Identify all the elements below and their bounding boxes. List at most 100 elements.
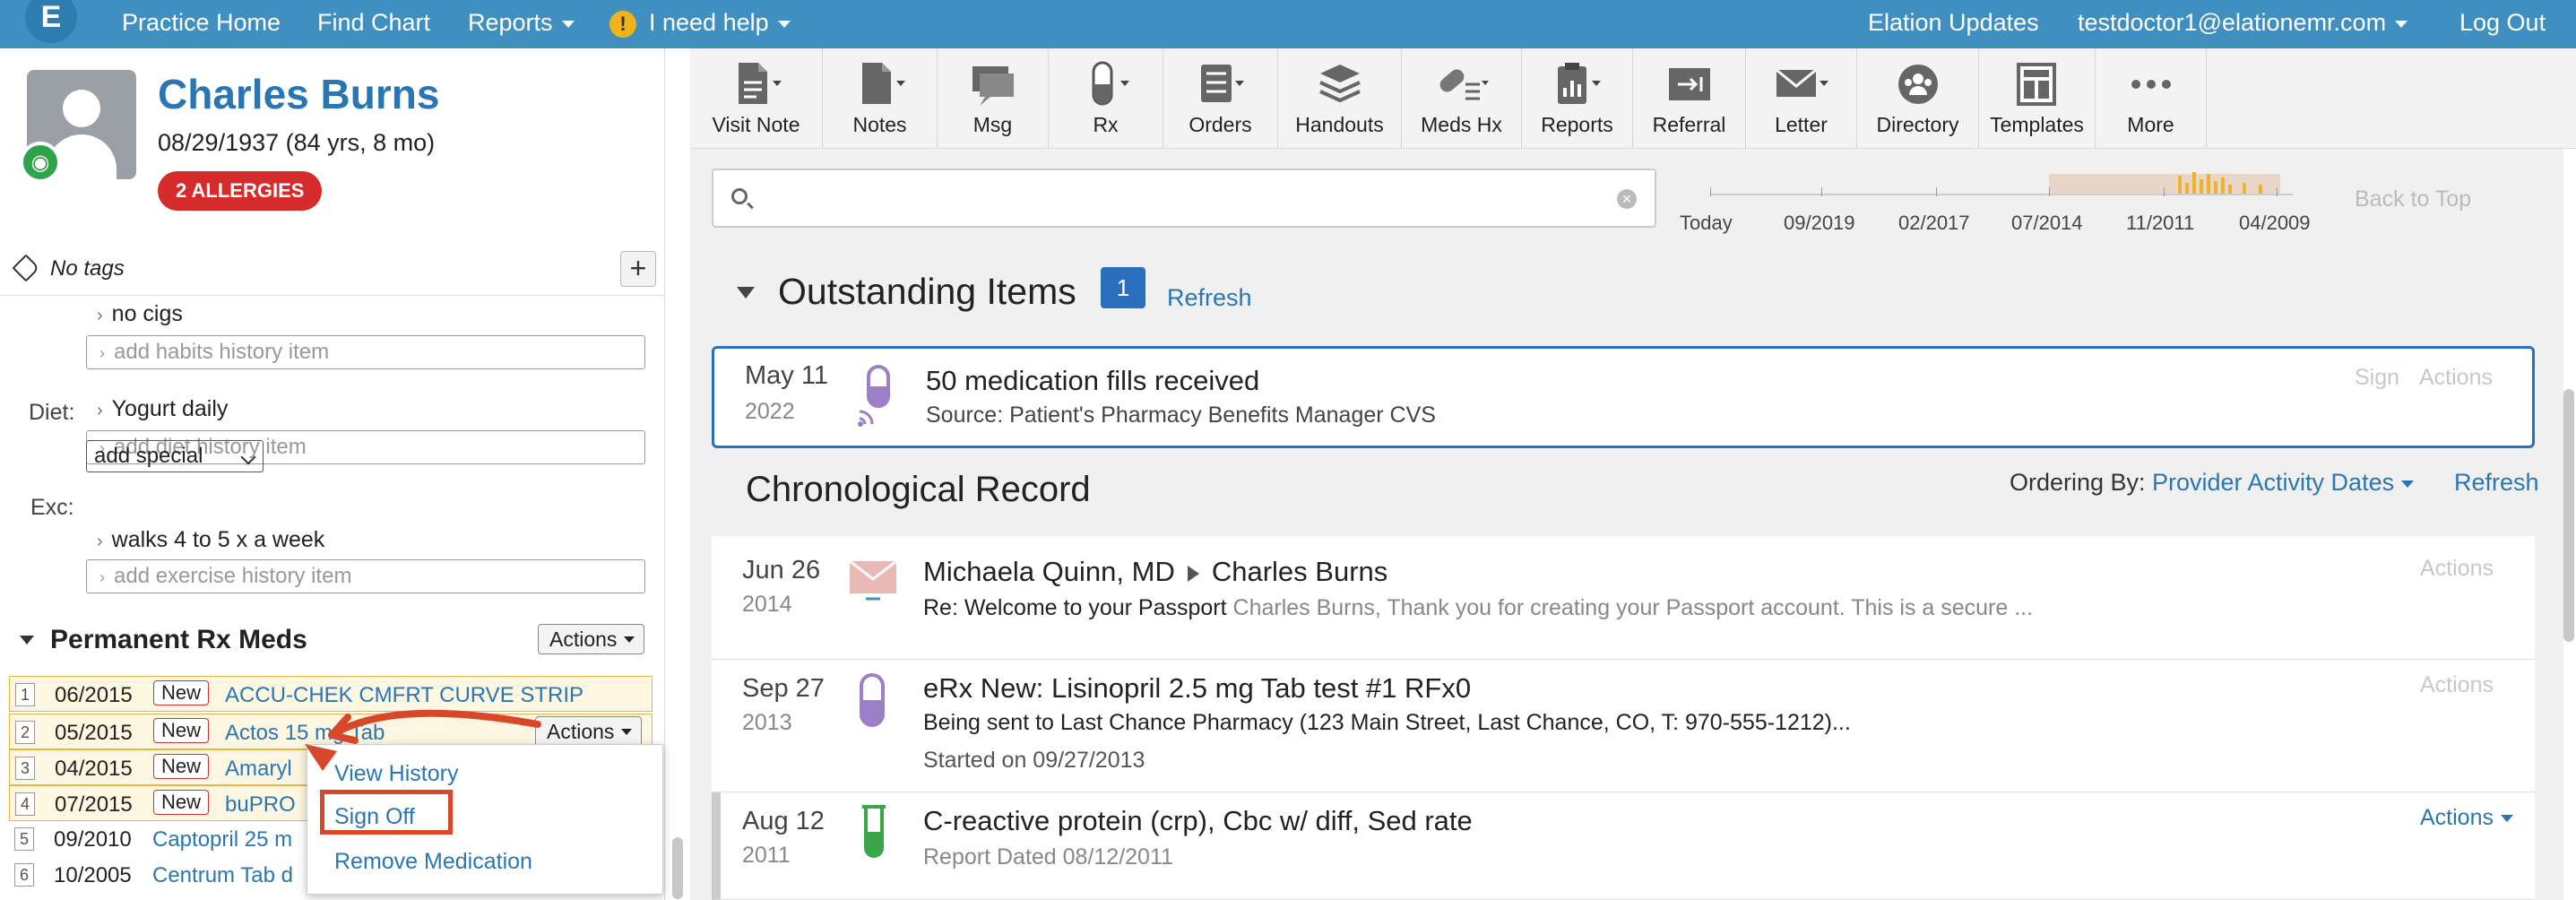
exc-input[interactable]: › add exercise history item (86, 559, 645, 593)
arrow-right-icon (1187, 565, 1199, 582)
sign-link[interactable]: Sign (2355, 365, 2399, 391)
nav-practice-home[interactable]: Practice Home (122, 9, 281, 37)
chrono-item-erx[interactable]: Sep 27 2013 eRx New: Lisinopril 2.5 mg T… (712, 660, 2535, 792)
content-scrollbar[interactable] (2563, 389, 2574, 642)
nav-elation-updates[interactable]: Elation Updates (1868, 9, 2039, 37)
chrono-item-message[interactable]: Jun 26 2014 Michaela Quinn, MD Charles Bu… (712, 536, 2535, 660)
chevron-right-icon: › (99, 344, 105, 362)
med-name[interactable]: Captopril 25 m (152, 827, 292, 852)
outstanding-items-title: Outstanding Items (778, 271, 1076, 312)
exc-special-select[interactable]: add special (86, 440, 264, 472)
chrono-refresh-link[interactable]: Refresh (2454, 469, 2539, 497)
rx-meds-header: Permanent Rx Meds Actions (0, 614, 665, 664)
timeline-label[interactable]: 11/2011 (2126, 212, 2194, 235)
exc-label: Exc: (30, 495, 74, 520)
outstanding-count-badge: 1 (1101, 267, 1145, 308)
med-row-actions-button[interactable]: Actions (535, 716, 643, 747)
erx-title: eRx New: Lisinopril 2.5 mg Tab test #1 R… (923, 672, 1472, 704)
outstanding-item[interactable]: May 11 2022 50 medication fills received… (712, 346, 2535, 448)
orders-button[interactable]: Orders (1163, 48, 1278, 149)
erx-actions-link[interactable]: Actions (2420, 672, 2494, 698)
erx-pharmacy: Being sent to Last Chance Pharmacy (123 … (923, 710, 1851, 735)
new-badge: New (153, 754, 210, 779)
visit-note-button[interactable]: Visit Note (690, 48, 823, 149)
timeline-label[interactable]: 09/2019 (1784, 212, 1855, 235)
collapse-icon[interactable] (20, 636, 34, 645)
timeline-label[interactable]: Today (1680, 212, 1733, 235)
chevron-down-icon (240, 449, 256, 465)
sidebar-scrollbar[interactable] (672, 837, 683, 899)
no-tags-label: No tags (50, 256, 125, 281)
add-tag-button[interactable]: + (620, 251, 656, 287)
diet-label: Diet: (29, 400, 75, 425)
med-name[interactable]: Amaryl (225, 757, 292, 782)
pill-icon (1092, 61, 1129, 106)
timeline-label[interactable]: 07/2014 (2011, 212, 2083, 235)
nav-logout[interactable]: Log Out (2459, 9, 2546, 37)
message-actions-link[interactable]: Actions (2420, 556, 2494, 582)
timeline-label[interactable]: 04/2009 (2239, 212, 2311, 235)
allergies-badge[interactable]: 2 ALLERGIES (158, 171, 323, 211)
exc-item[interactable]: › walks 4 to 5 x a week (97, 527, 324, 553)
diet-item[interactable]: › Yogurt daily (97, 396, 228, 422)
med-name[interactable]: Centrum Tab d (152, 863, 293, 888)
med-name[interactable]: Actos 15 mg Tab (225, 721, 385, 746)
med-name[interactable]: buPRO (225, 792, 296, 818)
clear-icon[interactable]: × (1617, 189, 1637, 209)
sign-off-highlight (320, 790, 453, 835)
chevron-down-icon (2500, 815, 2513, 823)
chevron-down-icon (2395, 20, 2408, 28)
menu-view-history[interactable]: View History (334, 761, 458, 787)
document-icon (738, 63, 782, 104)
rx-actions-button[interactable]: Actions (538, 624, 645, 654)
habits-input[interactable]: › add habits history item (86, 335, 645, 369)
erx-start-date: Started on 09/27/2013 (923, 748, 1145, 773)
lab-title-link[interactable]: C-reactive protein (crp), Cbc w/ diff, S… (923, 805, 1473, 837)
alert-icon: ! (609, 10, 636, 38)
ordering-dropdown[interactable]: Provider Activity Dates (2152, 469, 2415, 497)
new-badge: New (153, 718, 210, 743)
chevron-right-icon: › (97, 306, 103, 325)
msg-button[interactable]: Msg (938, 48, 1049, 149)
more-dots-icon (2131, 80, 2171, 89)
envelope-icon (849, 559, 897, 601)
letter-button[interactable]: Letter (1746, 48, 1857, 149)
note-icon (861, 63, 905, 104)
outstanding-actions-link[interactable]: Actions (2419, 365, 2493, 391)
layers-icon (1318, 65, 1361, 103)
nav-help[interactable]: ! I need help (609, 9, 791, 38)
menu-remove-medication[interactable]: Remove Medication (334, 849, 532, 875)
referral-button[interactable]: Referral (1633, 48, 1746, 149)
med-row[interactable]: 1 06/2015 New ACCU-CHEK CMFRT CURVE STRI… (9, 676, 653, 712)
notes-button[interactable]: Notes (823, 48, 938, 149)
patient-name[interactable]: Charles Burns (158, 70, 439, 118)
handouts-button[interactable]: Handouts (1278, 48, 1402, 149)
back-to-top-link[interactable]: Back to Top (2355, 186, 2471, 212)
globe-icon[interactable]: ◉ (20, 142, 61, 183)
chart-search-input[interactable]: × (712, 169, 1656, 228)
directory-icon (1897, 65, 1938, 104)
timeline-axis[interactable] (1710, 194, 2293, 195)
lab-actions-dropdown[interactable]: Actions (2420, 805, 2513, 831)
outstanding-refresh-link[interactable]: Refresh (1167, 284, 1252, 312)
tag-icon (12, 254, 40, 282)
chevron-down-icon (2401, 480, 2415, 488)
reports-button[interactable]: Reports (1522, 48, 1633, 149)
nav-user-menu[interactable]: testdoctor1@elationemr.com (2078, 9, 2408, 37)
test-tube-icon (862, 805, 886, 858)
nav-reports[interactable]: Reports (468, 9, 575, 37)
nav-find-chart[interactable]: Find Chart (317, 9, 430, 37)
message-header: Michaela Quinn, MD Charles Burns (923, 556, 1388, 587)
more-button[interactable]: More (2096, 48, 2207, 149)
med-actions-menu: View History Sign Off Remove Medication (307, 744, 663, 895)
chrono-item-lab[interactable]: Aug 12 2011 C-reactive protein (crp), Cb… (712, 792, 2535, 900)
med-name[interactable]: ACCU-CHEK CMFRT CURVE STRIP (225, 683, 583, 708)
habits-item[interactable]: › no cigs (97, 301, 183, 327)
directory-button[interactable]: Directory (1857, 48, 1979, 149)
meds-hx-button[interactable]: Meds Hx (1402, 48, 1522, 149)
templates-button[interactable]: Templates (1979, 48, 2096, 149)
collapse-icon[interactable] (737, 287, 755, 299)
rx-button[interactable]: Rx (1049, 48, 1163, 149)
timeline-label[interactable]: 02/2017 (1898, 212, 1970, 235)
elation-logo[interactable]: E (25, 0, 77, 43)
